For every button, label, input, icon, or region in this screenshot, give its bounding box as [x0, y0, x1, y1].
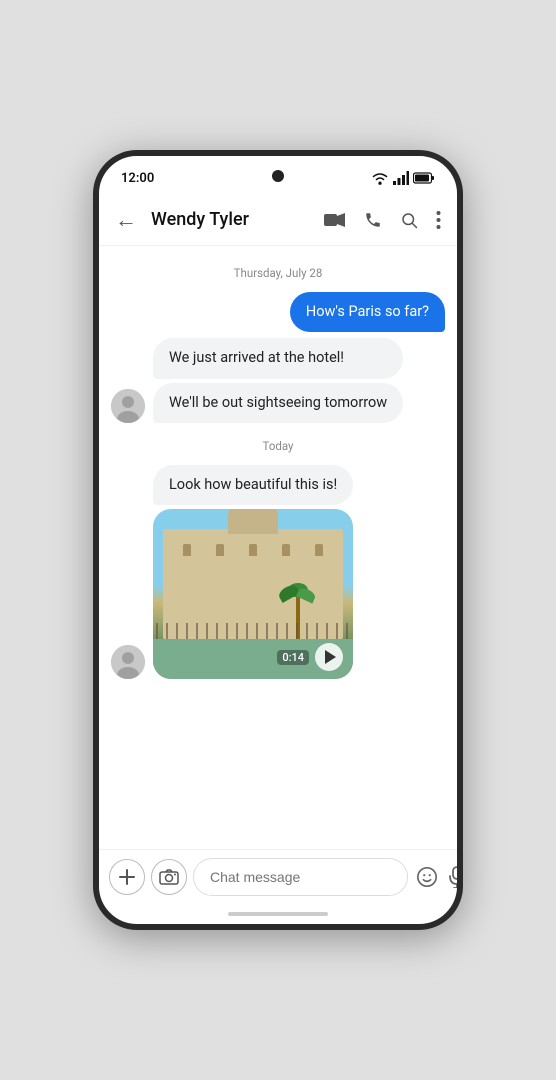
building-dome [228, 509, 278, 534]
more-options-button[interactable] [432, 206, 445, 234]
wifi-icon [371, 171, 389, 185]
app-bar: ← Wendy Tyler [99, 194, 457, 246]
outgoing-bubble: How's Paris so far? [290, 292, 445, 332]
phone-call-button[interactable] [360, 207, 386, 233]
bubbles-in-media: Look how beautiful this is! [153, 465, 353, 679]
add-attachment-button[interactable] [109, 859, 145, 895]
signal-icon [393, 171, 409, 185]
camera-dot [272, 170, 284, 182]
date-divider-today: Today [111, 439, 445, 453]
building-windows [163, 544, 343, 556]
status-icons [371, 171, 435, 185]
home-bar [228, 912, 328, 916]
avatar [111, 389, 145, 423]
emoji-button[interactable] [414, 864, 440, 890]
date-divider-thursday: Thursday, July 28 [111, 266, 445, 280]
message-row-in-1: We just arrived at the hotel! We'll be o… [111, 338, 445, 423]
app-bar-actions [320, 206, 445, 234]
input-bar [99, 849, 457, 904]
media-bubble[interactable]: 0:14 [153, 509, 353, 679]
camera-button[interactable] [151, 859, 187, 895]
incoming-text-bubble: Look how beautiful this is! [153, 465, 353, 505]
status-bar: 12:00 [99, 156, 457, 194]
phone-frame: 12:00 ← [93, 150, 463, 930]
message-row-in-media: Look how beautiful this is! [111, 465, 445, 679]
contact-name: Wendy Tyler [151, 209, 320, 230]
chat-input[interactable] [193, 858, 408, 896]
status-time: 12:00 [121, 171, 154, 186]
home-indicator [99, 904, 457, 924]
avatar-media [111, 645, 145, 679]
back-button[interactable]: ← [111, 203, 141, 237]
play-button[interactable] [315, 643, 343, 671]
incoming-bubble-1: We just arrived at the hotel! [153, 338, 403, 378]
video-time: 0:14 [277, 650, 309, 665]
video-overlay: 0:14 [153, 643, 353, 671]
search-button[interactable] [396, 207, 422, 233]
bubbles-in-1: We just arrived at the hotel! We'll be o… [153, 338, 403, 423]
chat-area: Thursday, July 28 How's Paris so far? We… [99, 246, 457, 849]
mic-button[interactable] [446, 864, 463, 890]
media-image: 0:14 [153, 509, 353, 679]
video-call-button[interactable] [320, 208, 350, 232]
message-row-out: How's Paris so far? [111, 292, 445, 332]
incoming-bubble-2: We'll be out sightseeing tomorrow [153, 383, 403, 423]
play-triangle-icon [325, 650, 336, 664]
battery-icon [413, 172, 435, 184]
